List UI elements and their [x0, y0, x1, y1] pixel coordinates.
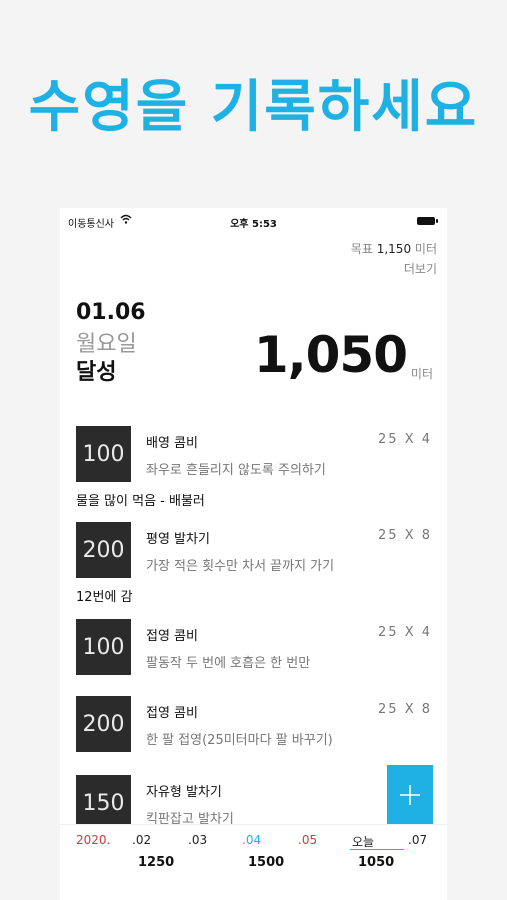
- headline: 수영을 기록하세요: [28, 75, 479, 140]
- date-tab[interactable]: .02: [132, 833, 151, 847]
- workout-title: 접영 콤비: [146, 706, 198, 721]
- distance-badge: 100: [76, 426, 131, 482]
- date-tab-bar: 2020. .02 1250 .03 .04 1500 .05 오늘 1050 …: [60, 824, 447, 900]
- phone-screen: 이동통신사 오후 5:53 목표 1,150 미터 더보기 01.06 월요일 …: [60, 208, 447, 900]
- distance-badge: 150: [76, 775, 131, 831]
- workout-title: 평영 발차기: [146, 532, 210, 547]
- workout-reps: 25 X 4: [378, 432, 432, 447]
- add-workout-button[interactable]: [387, 765, 433, 825]
- workout-item[interactable]: 100 접영 콤비 25 X 4 팔동작 두 번에 호흡은 한 번만: [76, 619, 432, 675]
- status-bar: 이동통신사 오후 5:53: [60, 208, 447, 234]
- total-distance: 1,050: [253, 326, 408, 384]
- date-tab-sum: 1050: [358, 855, 395, 870]
- workout-note: 12번에 감: [76, 590, 133, 605]
- date-tab[interactable]: .03: [188, 833, 207, 847]
- workout-title: 배영 콤비: [146, 436, 198, 451]
- more-button[interactable]: 더보기: [404, 260, 437, 277]
- goal-unit: 미터: [414, 242, 437, 256]
- goal-title: 목표: [350, 242, 373, 256]
- date-tab[interactable]: .07: [408, 833, 427, 847]
- date-tab[interactable]: .04: [242, 833, 261, 847]
- workout-desc: 좌우로 흔들리지 않도록 주의하기: [146, 463, 326, 478]
- workout-note: 물을 많이 먹음 - 배불러: [76, 494, 205, 509]
- workout-reps: 25 X 4: [378, 625, 432, 640]
- distance-badge: 200: [76, 522, 131, 578]
- workout-desc: 가장 적은 횟수만 차서 끝까지 가기: [146, 559, 335, 574]
- achieved-label: 달성: [76, 360, 117, 385]
- workout-item[interactable]: 100 배영 콤비 25 X 4 좌우로 흔들리지 않도록 주의하기: [76, 426, 432, 482]
- date-tab-sum: 1250: [138, 855, 175, 870]
- workout-item[interactable]: 150 자유형 발차기 2 킥판잡고 발차기: [76, 775, 432, 831]
- goal-value: 1,150: [376, 242, 412, 256]
- battery-icon: [417, 217, 438, 225]
- plus-icon: [400, 785, 420, 805]
- distance-badge: 200: [76, 696, 131, 752]
- distance-badge: 100: [76, 619, 131, 675]
- today-underline: [350, 849, 404, 850]
- workout-reps: 25 X 8: [378, 528, 432, 543]
- total-unit: 미터: [410, 367, 433, 381]
- date-tab-sum: 1500: [248, 855, 285, 870]
- goal-label: 목표 1,150 미터: [351, 240, 437, 257]
- workout-item[interactable]: 200 접영 콤비 25 X 8 한 팔 접영(25미터마다 팔 바꾸기): [76, 696, 432, 752]
- date-tab-today[interactable]: 오늘: [352, 833, 374, 850]
- workout-title: 접영 콤비: [146, 629, 198, 644]
- workout-reps: 25 X 8: [378, 702, 432, 717]
- status-time: 오후 5:53: [230, 219, 277, 230]
- workout-title: 자유형 발차기: [146, 785, 222, 800]
- day-date: 01.06: [76, 300, 146, 325]
- workout-item[interactable]: 200 평영 발차기 25 X 8 가장 적은 횟수만 차서 끝까지 가기: [76, 522, 432, 578]
- workout-desc: 한 팔 접영(25미터마다 팔 바꾸기): [146, 733, 333, 748]
- date-tab-year[interactable]: 2020.: [76, 833, 110, 847]
- date-tab[interactable]: .05: [298, 833, 317, 847]
- workout-desc: 팔동작 두 번에 호흡은 한 번만: [146, 656, 311, 671]
